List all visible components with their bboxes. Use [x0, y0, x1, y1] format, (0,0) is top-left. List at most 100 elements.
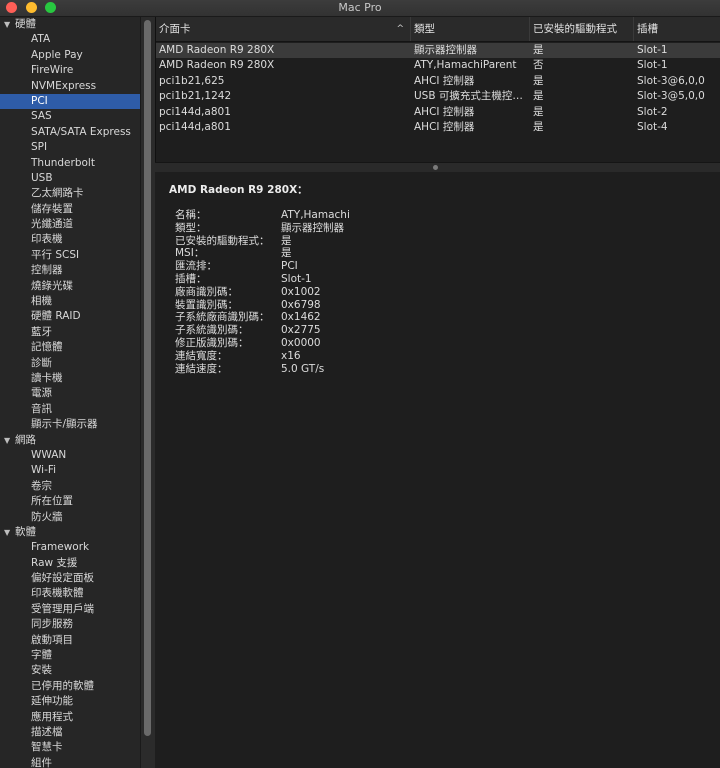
- detail-value: 0x1462: [281, 311, 321, 324]
- table-row[interactable]: pci1b21,625 AHCI 控制器 是 Slot-3@6,0,0: [156, 74, 720, 89]
- sidebar-item[interactable]: 智慧卡: [0, 740, 140, 755]
- detail-value: 0x6798: [281, 298, 321, 311]
- sidebar-item[interactable]: 卷宗: [0, 479, 140, 494]
- sidebar-item[interactable]: 防火牆: [0, 510, 140, 525]
- table-cell-driver: 是: [533, 105, 544, 118]
- sidebar-item[interactable]: 音訊: [0, 402, 140, 417]
- splitter-handle-icon: [433, 165, 438, 170]
- sidebar-item[interactable]: 印表機: [0, 232, 140, 247]
- table-cell-type: AHCI 控制器: [414, 105, 475, 118]
- table-header: 介面卡 ^ 類型 已安裝的驅動程式 插槽: [156, 17, 720, 42]
- table-row[interactable]: AMD Radeon R9 280X ATY,HamachiParent 否 Slot…: [156, 58, 720, 73]
- sidebar-group[interactable]: ▼ 硬體: [0, 17, 140, 32]
- sidebar-item[interactable]: ATA: [0, 32, 140, 47]
- column-header-card[interactable]: 介面卡 ^: [156, 17, 411, 41]
- sidebar-item[interactable]: 顯示卡/顯示器: [0, 417, 140, 432]
- sidebar-item[interactable]: 硬體 RAID: [0, 309, 140, 324]
- table-cell-driver: 是: [533, 121, 544, 133]
- table-row[interactable]: AMD Radeon R9 280X 顯示器控制器 是 Slot-1: [156, 43, 720, 59]
- table-row[interactable]: pci144d,a801 AHCI 控制器 是 Slot-4: [156, 120, 720, 135]
- sidebar-item[interactable]: 藍牙: [0, 325, 140, 340]
- table-cell-slot: Slot-1: [637, 44, 668, 56]
- sidebar-item[interactable]: 平行 SCSI: [0, 248, 140, 263]
- sidebar-item[interactable]: 電源: [0, 386, 140, 401]
- table-row[interactable]: pci144d,a801 AHCI 控制器 是 Slot-2: [156, 105, 720, 120]
- detail-key: 插槽：: [175, 273, 207, 285]
- sidebar-item[interactable]: Wi-Fi: [0, 463, 140, 478]
- sidebar-item[interactable]: Thunderbolt: [0, 156, 140, 171]
- sidebar-item[interactable]: 受管理用戶端: [0, 602, 140, 617]
- detail-key: 裝置識別碼：: [175, 298, 238, 311]
- disclosure-triangle-icon[interactable]: ▼: [4, 525, 10, 540]
- table-cell-slot: Slot-4: [637, 121, 668, 133]
- detail-key: 修正版識別碼：: [175, 337, 249, 349]
- sidebar-item[interactable]: 光纖通道: [0, 217, 140, 232]
- sidebar-item[interactable]: 記憶體: [0, 340, 140, 355]
- disclosure-triangle-icon[interactable]: ▼: [4, 17, 10, 32]
- detail-value: 0x1002: [281, 285, 321, 298]
- sidebar-item[interactable]: WWAN: [0, 448, 140, 463]
- table-row[interactable]: pci1b21,1242 USB 可擴充式主機控… 是 Slot-3@5,0,0: [156, 89, 720, 104]
- sidebar-item[interactable]: 同步服務: [0, 617, 140, 632]
- sidebar-item[interactable]: USB: [0, 171, 140, 186]
- detail-value: 顯示器控制器: [281, 221, 344, 234]
- table-cell-type: 顯示器控制器: [414, 44, 477, 56]
- sidebar-item[interactable]: 印表機軟體: [0, 586, 140, 601]
- sidebar-item[interactable]: 燒錄光碟: [0, 279, 140, 294]
- detail-key: 匯流排：: [175, 260, 217, 273]
- sidebar-item[interactable]: 啟動項目: [0, 633, 140, 648]
- sidebar-group[interactable]: ▼ 軟體: [0, 525, 140, 540]
- sidebar-item[interactable]: SATA/SATA Express: [0, 125, 140, 140]
- detail-pane: AMD Radeon R9 280X： 名稱： ATY,Hamachi 類型： 顯示器…: [155, 172, 720, 768]
- sidebar-item[interactable]: 控制器: [0, 263, 140, 278]
- column-header-driver[interactable]: 已安裝的驅動程式: [530, 17, 634, 41]
- disclosure-triangle-icon[interactable]: ▼: [4, 433, 10, 448]
- table-cell-driver: 是: [533, 44, 544, 56]
- chevron-up-icon: ^: [396, 24, 404, 34]
- sidebar-item[interactable]: 儲存裝置: [0, 202, 140, 217]
- column-header-type[interactable]: 類型: [411, 17, 530, 41]
- sidebar-item[interactable]: 診斷: [0, 356, 140, 371]
- sidebar-item[interactable]: PCI: [0, 93, 140, 110]
- sidebar-item[interactable]: Raw 支援: [0, 556, 140, 571]
- sidebar-item[interactable]: 描述檔: [0, 725, 140, 740]
- sidebar-item[interactable]: 應用程式: [0, 710, 140, 725]
- detail-value: 是: [281, 234, 292, 247]
- device-table: 介面卡 ^ 類型 已安裝的驅動程式 插槽 AMD Radeon R9 280X 顯…: [155, 17, 720, 167]
- sidebar-item[interactable]: FireWire: [0, 63, 140, 78]
- sidebar-item[interactable]: 延伸功能: [0, 694, 140, 709]
- sidebar-item[interactable]: 讀卡機: [0, 371, 140, 386]
- detail-value: Slot-1: [281, 273, 312, 285]
- sidebar-item[interactable]: SPI: [0, 140, 140, 155]
- table-cell-card: AMD Radeon R9 280X: [159, 44, 275, 56]
- table-cell-type: ATY,HamachiParent: [414, 59, 517, 72]
- table-cell-card: pci1b21,1242: [159, 90, 232, 103]
- table-cell-slot: Slot-2: [637, 105, 668, 118]
- table-cell-card: pci1b21,625: [159, 74, 225, 87]
- sidebar-item[interactable]: NVMExpress: [0, 79, 140, 94]
- sidebar-item[interactable]: 偏好設定面板: [0, 571, 140, 586]
- column-header-slot[interactable]: 插槽: [634, 17, 720, 41]
- table-cell-driver: 是: [533, 74, 544, 87]
- sidebar-item[interactable]: 安裝: [0, 663, 140, 678]
- sidebar-item[interactable]: 所在位置: [0, 494, 140, 509]
- table-cell-slot: Slot-1: [637, 59, 668, 72]
- sidebar-item[interactable]: SAS: [0, 109, 140, 124]
- sidebar-item[interactable]: 組件: [0, 756, 140, 768]
- sidebar-item[interactable]: 相機: [0, 294, 140, 309]
- sidebar-item[interactable]: Apple Pay: [0, 48, 140, 63]
- table-cell-type: AHCI 控制器: [414, 74, 475, 87]
- sidebar-item[interactable]: 乙太網路卡: [0, 186, 140, 201]
- detail-value: 5.0 GT/s: [281, 362, 325, 375]
- sidebar-group-label: 軟體: [15, 525, 36, 538]
- sidebar-scrollbar-thumb[interactable]: [144, 20, 151, 736]
- table-cell-driver: 是: [533, 90, 544, 103]
- sidebar-item[interactable]: Framework: [0, 540, 140, 555]
- sidebar-group[interactable]: ▼ 網路: [0, 433, 140, 448]
- detail-key: 名稱：: [175, 209, 207, 221]
- sidebar-item[interactable]: 已停用的軟體: [0, 679, 140, 694]
- sidebar-item[interactable]: 字體: [0, 648, 140, 663]
- sidebar-group-label: 硬體: [15, 18, 36, 30]
- title-bar: Mac Pro: [0, 0, 720, 17]
- detail-key: 子系統識別碼：: [175, 324, 249, 337]
